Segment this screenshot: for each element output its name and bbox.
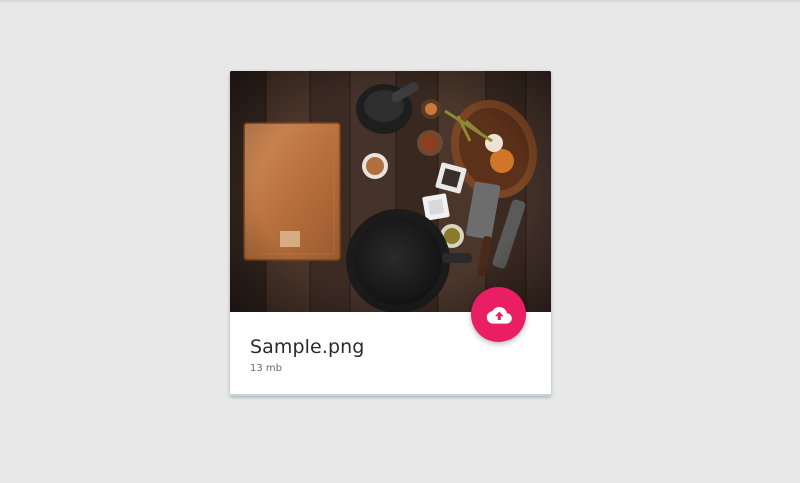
file-name: Sample.png: [250, 336, 365, 358]
upload-button[interactable]: [471, 287, 526, 342]
file-preview-image: [230, 71, 551, 312]
file-size: 13 mb: [250, 363, 282, 374]
file-card: Sample.png 13 mb: [230, 71, 551, 396]
top-divider: [0, 0, 800, 2]
card-bottom-border: [230, 394, 551, 396]
cloud-upload-icon: [486, 306, 512, 324]
